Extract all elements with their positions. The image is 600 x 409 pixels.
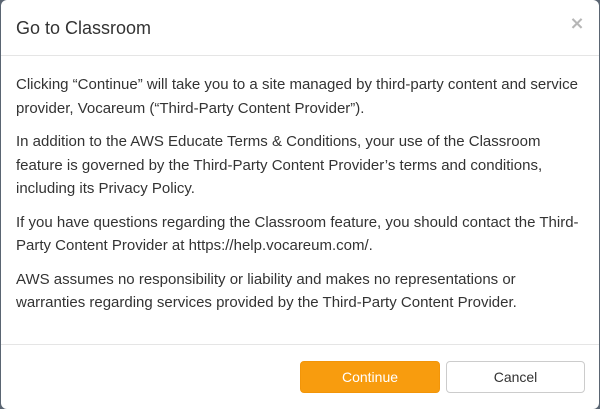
- close-icon: ×: [569, 13, 585, 34]
- body-paragraph-continue-notice: Clicking “Continue” will take you to a s…: [16, 76, 578, 117]
- body-paragraph-terms: In addition to the AWS Educate Terms & C…: [16, 133, 543, 197]
- go-to-classroom-dialog: Go to Classroom × Clicking “Continue” wi…: [1, 0, 599, 409]
- dialog-footer: Continue Cancel: [1, 344, 599, 409]
- dialog-title: Go to Classroom: [16, 18, 152, 38]
- dialog-header: Go to Classroom ×: [1, 0, 599, 56]
- body-paragraph-liability: AWS assumes no responsibility or liabili…: [16, 270, 517, 312]
- dialog-body: Clicking “Continue” will take you to a s…: [16, 73, 582, 325]
- body-paragraph-contact: If you have questions regarding the Clas…: [16, 213, 579, 255]
- cancel-button[interactable]: Cancel: [446, 361, 585, 393]
- continue-button[interactable]: Continue: [300, 361, 440, 393]
- close-button[interactable]: ×: [569, 13, 585, 35]
